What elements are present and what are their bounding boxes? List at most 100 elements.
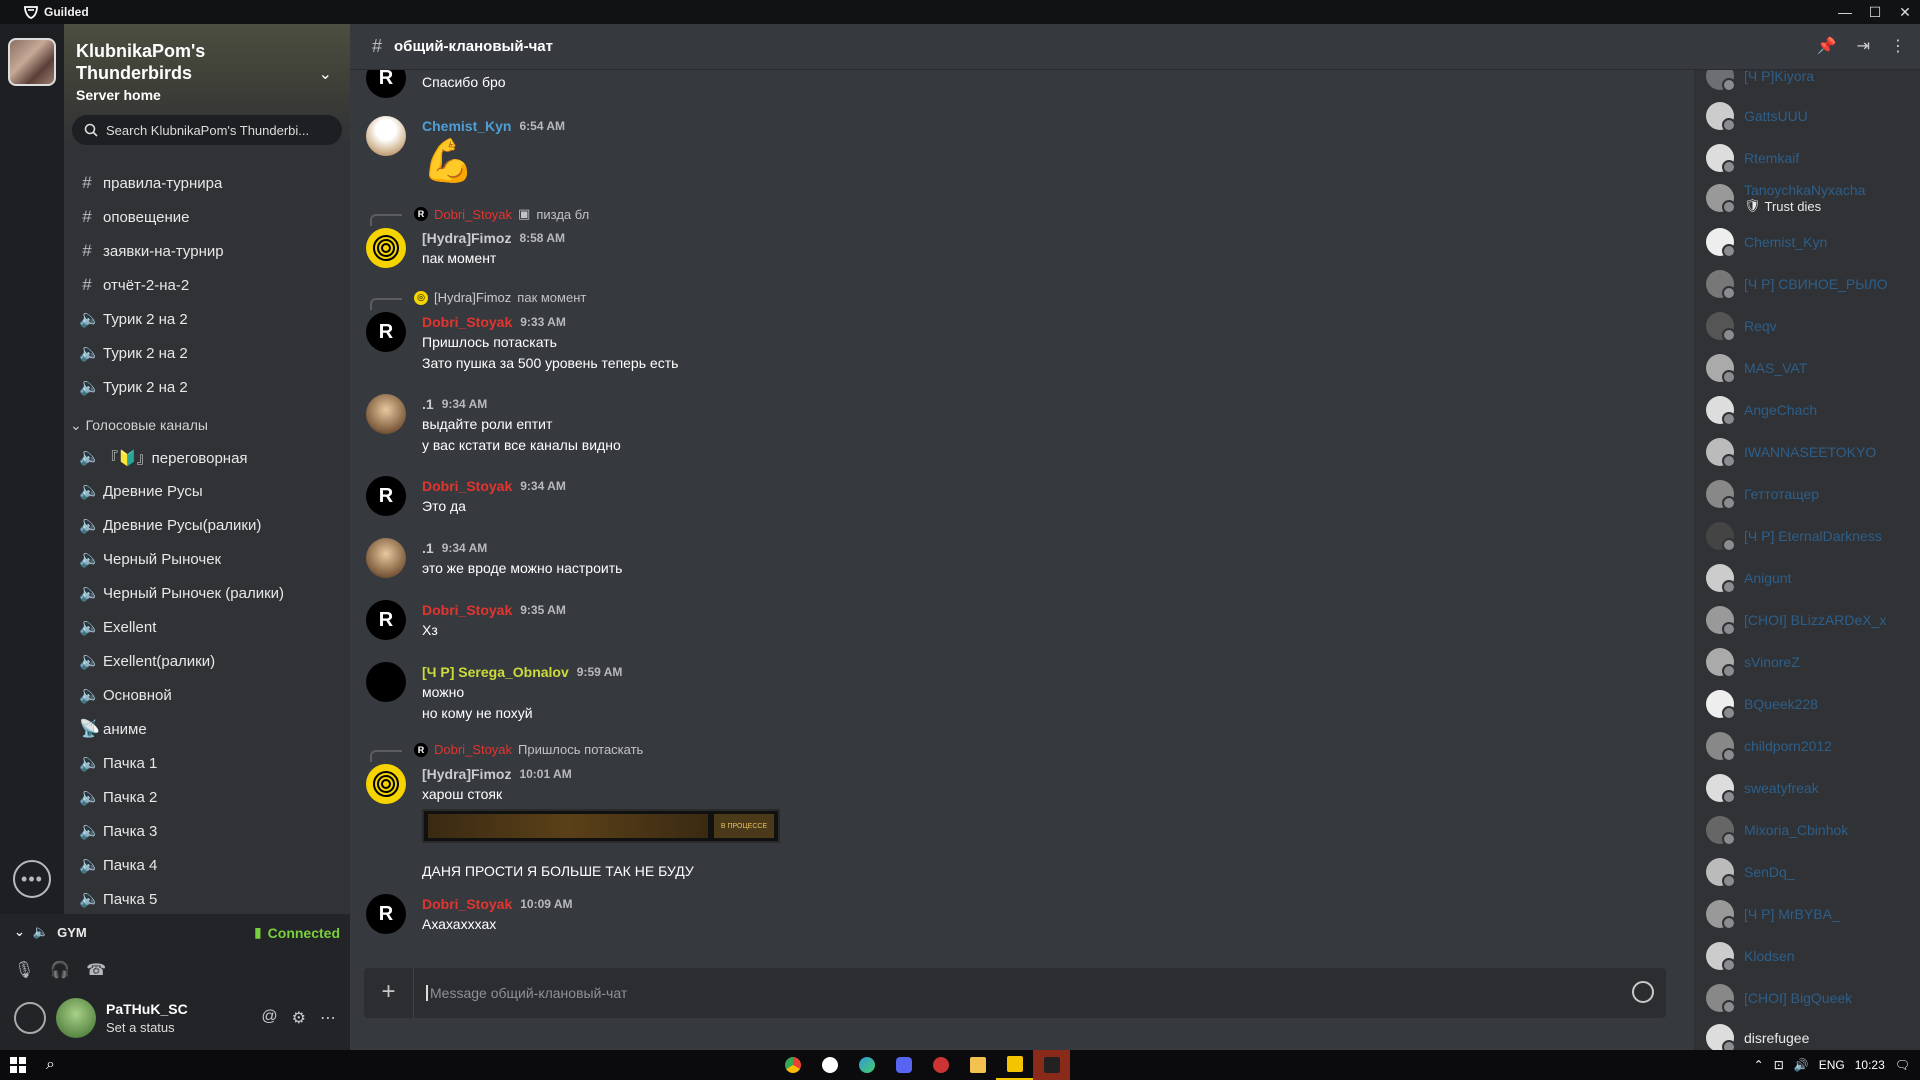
voice-channel-item[interactable]: 🔈 Пачка 4 xyxy=(64,848,350,882)
game-app-icon[interactable] xyxy=(1033,1050,1070,1080)
member-item[interactable]: GattsUUU xyxy=(1706,102,1808,132)
member-item[interactable]: Mixoria_Cbinhok xyxy=(1706,816,1848,846)
volume-icon[interactable]: 🔊 xyxy=(1794,1058,1809,1072)
game-launcher-icon[interactable] xyxy=(922,1050,959,1080)
disconnect-icon[interactable]: ☎ xyxy=(86,960,106,980)
voice-channel-item[interactable]: 🔈 Древние Русы(ралики) xyxy=(64,508,350,542)
avatar[interactable]: R xyxy=(366,600,406,640)
voice-channel-item[interactable]: 🔈 Основной xyxy=(64,678,350,712)
author-name[interactable]: Dobri_Stoyak xyxy=(422,602,512,618)
direct-messages-icon[interactable]: ••• xyxy=(13,860,51,898)
stream-channel-item[interactable]: 📡 аниме xyxy=(64,712,350,746)
pin-icon[interactable]: 📌 xyxy=(1817,36,1837,56)
reply-preview[interactable]: ◎ [Hydra]Fimoz пак момент xyxy=(370,290,586,310)
voice-channel-item[interactable]: 🔈 Exellent(ралики) xyxy=(64,644,350,678)
gear-icon[interactable]: ⚙ xyxy=(292,1008,306,1028)
avatar[interactable] xyxy=(366,228,406,268)
member-item[interactable]: Геттотащер xyxy=(1706,480,1819,510)
voice-channel-item[interactable]: 🔈 Пачка 2 xyxy=(64,780,350,814)
close-button[interactable]: ✕ xyxy=(1890,0,1920,24)
discord-icon[interactable] xyxy=(885,1050,922,1080)
image-attachment[interactable]: В ПРОЦЕССЕ xyxy=(422,809,780,843)
member-item[interactable]: [CHOI] BLizzARDeX_x xyxy=(1706,606,1886,636)
channel-item[interactable]: # правила-турнира xyxy=(64,166,350,200)
avatar[interactable] xyxy=(366,538,406,578)
chrome-icon[interactable] xyxy=(774,1050,811,1080)
voice-channel-item[interactable]: 🔈 Черный Рыночек xyxy=(64,542,350,576)
chevron-down-icon[interactable]: ⌄ xyxy=(319,64,332,84)
category-voice-channels[interactable]: ⌄ Голосовые каналы xyxy=(64,410,350,440)
more-icon[interactable]: ⋯ xyxy=(320,1008,336,1028)
edge-icon[interactable] xyxy=(848,1050,885,1080)
channel-item[interactable]: # отчёт-2-на-2 xyxy=(64,268,350,302)
clock[interactable]: 10:23 xyxy=(1855,1058,1885,1072)
notifications-icon[interactable]: 🗨 xyxy=(1895,1058,1910,1072)
tray-expand-icon[interactable]: ⌃ xyxy=(1754,1058,1764,1072)
member-item[interactable]: Reqv xyxy=(1706,312,1777,342)
member-item[interactable]: sVinoreZ xyxy=(1706,648,1800,678)
author-name[interactable]: Dobri_Stoyak xyxy=(422,314,512,330)
set-status-link[interactable]: Set a status xyxy=(106,1020,188,1035)
member-item[interactable]: disrefugee xyxy=(1706,1024,1809,1050)
avatar[interactable] xyxy=(56,998,96,1038)
windows-start-icon[interactable] xyxy=(10,1057,26,1073)
author-name[interactable]: Chemist_Kyn xyxy=(422,118,511,134)
member-item[interactable]: [Ч Р] СВИНОЕ_РЫЛО xyxy=(1706,270,1888,300)
add-attachment-button[interactable]: + xyxy=(364,968,414,1018)
member-item[interactable]: [CHOI] BigQueek xyxy=(1706,984,1852,1014)
member-item[interactable]: IWANNASEETOKYO xyxy=(1706,438,1876,468)
server-home-link[interactable]: Server home xyxy=(76,87,338,103)
member-item[interactable]: MAS_VAT xyxy=(1706,354,1807,384)
voice-channel-item[interactable]: 🔈 Древние Русы xyxy=(64,474,350,508)
reply-preview[interactable]: R Dobri_Stoyak ▣ пизда бл xyxy=(370,206,589,226)
message-input[interactable]: Message общий-клановый-чат xyxy=(426,985,627,1001)
voice-channel-item[interactable]: 🔈 Турик 2 на 2 xyxy=(64,302,350,336)
member-item[interactable]: Rtemkaif xyxy=(1706,144,1799,174)
voice-channel-item[interactable]: 🔈 Пачка 5 xyxy=(64,882,350,915)
member-item[interactable]: AngeChach xyxy=(1706,396,1817,426)
server-search-input[interactable]: Search KlubnikaPom's Thunderbi... xyxy=(72,115,342,145)
voice-channel-item[interactable]: 🔈 Пачка 3 xyxy=(64,814,350,848)
minimize-button[interactable]: — xyxy=(1830,0,1860,24)
author-name[interactable]: [Hydra]Fimoz xyxy=(422,766,511,782)
avatar[interactable] xyxy=(366,662,406,702)
author-name[interactable]: .1 xyxy=(422,540,434,556)
input-language[interactable]: ENG xyxy=(1819,1058,1845,1072)
member-item[interactable]: childporn2012 xyxy=(1706,732,1832,762)
member-item[interactable]: [Ч Р] EternalDarkness xyxy=(1706,522,1882,552)
collapse-members-icon[interactable]: ⇥ xyxy=(1857,36,1870,56)
mention-icon[interactable]: @ xyxy=(261,1008,277,1028)
channel-item[interactable]: # заявки-на-турнир xyxy=(64,234,350,268)
server-icon[interactable] xyxy=(8,38,56,86)
search-icon[interactable]: ⌕ xyxy=(46,1056,55,1074)
author-name[interactable]: [Ч Р] Serega_Obnalov xyxy=(422,664,569,680)
avatar[interactable]: R xyxy=(366,70,406,98)
avatar[interactable]: R xyxy=(366,894,406,934)
member-item[interactable]: TanoychkaNyxacha 🛡 Trust dies xyxy=(1706,182,1865,214)
member-item[interactable]: BQueek228 xyxy=(1706,690,1818,720)
voice-channel-item[interactable]: 🔈 Пачка 1 xyxy=(64,746,350,780)
avatar[interactable] xyxy=(366,116,406,156)
voice-channel-item[interactable]: 🔈 Турик 2 на 2 xyxy=(64,370,350,404)
chevron-down-icon[interactable]: ⌄ xyxy=(14,924,25,940)
avatar[interactable]: R xyxy=(366,312,406,352)
yandex-browser-icon[interactable] xyxy=(811,1050,848,1080)
reply-preview[interactable]: R Dobri_Stoyak Пришлось потаскать xyxy=(370,742,643,762)
mute-mic-icon[interactable]: 🎙 xyxy=(14,960,34,980)
channel-item[interactable]: # оповещение xyxy=(64,200,350,234)
server-header[interactable]: KlubnikaPom's Thunderbirds Server home ⌄… xyxy=(64,24,350,146)
member-item[interactable]: Chemist_Kyn xyxy=(1706,228,1827,258)
message-composer[interactable]: + Message общий-клановый-чат xyxy=(364,968,1666,1018)
member-item[interactable]: Klodsen xyxy=(1706,942,1795,972)
author-name[interactable]: Dobri_Stoyak xyxy=(422,896,512,912)
voice-channel-item[interactable]: 🔈 Турик 2 на 2 xyxy=(64,336,350,370)
member-item[interactable]: [Ч Р] MrBYBA_ xyxy=(1706,900,1840,930)
headphones-icon[interactable]: 🎧 xyxy=(50,960,70,980)
voice-channel-item[interactable]: 🔈 『🔰』переговорная xyxy=(64,440,350,474)
user-settings-icon[interactable] xyxy=(14,1002,46,1034)
network-icon[interactable]: ⊡ xyxy=(1774,1058,1784,1072)
member-item[interactable]: sweatyfreak xyxy=(1706,774,1819,804)
voice-channel-item[interactable]: 🔈 Черный Рыночек (ралики) xyxy=(64,576,350,610)
emoji-icon[interactable] xyxy=(1632,981,1654,1003)
author-name[interactable]: [Hydra]Fimoz xyxy=(422,230,511,246)
